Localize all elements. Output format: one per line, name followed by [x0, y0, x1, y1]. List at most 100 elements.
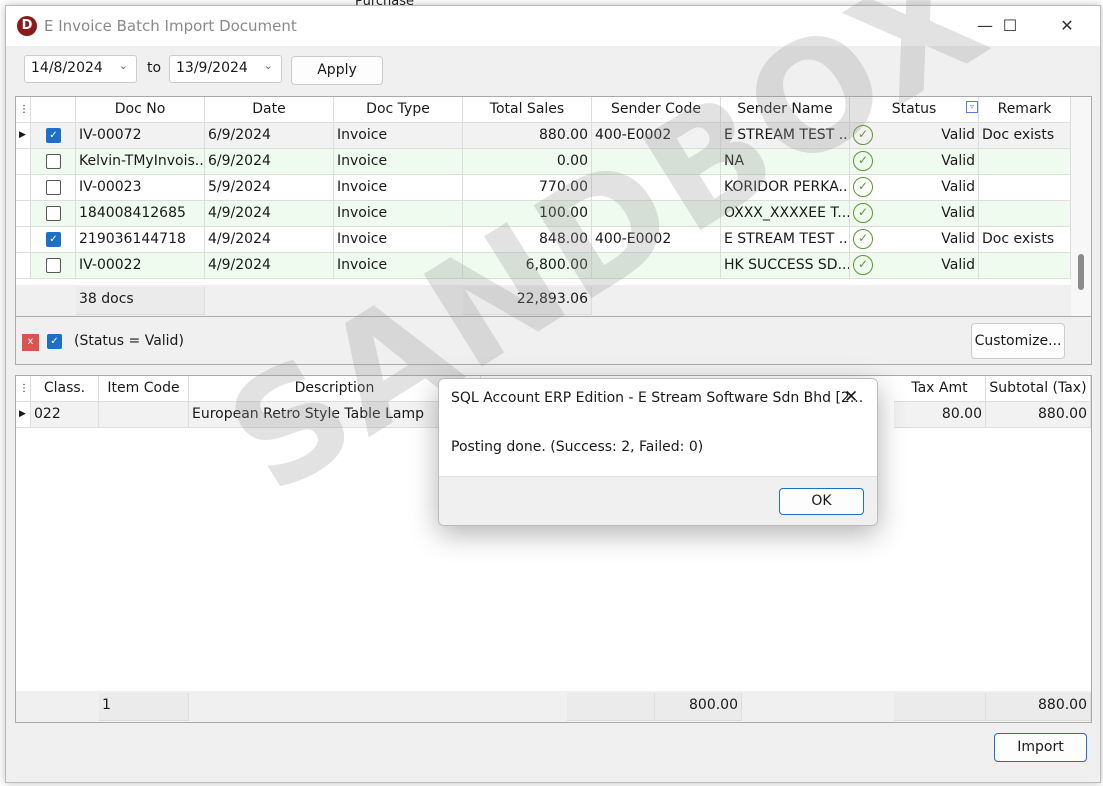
column-header-subtotal[interactable]: Subtotal (Tax) [986, 376, 1091, 402]
row-checkbox[interactable] [46, 154, 61, 169]
cell-sender_name[interactable]: HK SUCCESS SD... [721, 253, 850, 279]
row-checkbox[interactable] [46, 206, 61, 221]
doc_type-value: Invoice [337, 231, 388, 247]
cell-remark[interactable] [979, 149, 1071, 175]
column-chooser-icon[interactable]: ⋮ [16, 97, 31, 123]
row-checkbox-cell[interactable] [31, 149, 76, 175]
cell-doc_type[interactable]: Invoice [334, 227, 463, 253]
cell-date[interactable]: 5/9/2024 [205, 175, 334, 201]
cell-sender_code[interactable]: 400-E0002 [592, 227, 721, 253]
cell-sender_code[interactable]: 400-E0002 [592, 123, 721, 149]
row-checkbox-cell[interactable]: ✓ [31, 227, 76, 253]
footer-item-count: 1 [99, 693, 189, 721]
row-checkbox-cell[interactable] [31, 253, 76, 279]
filter-enable-checkbox[interactable]: ✓ [47, 334, 62, 349]
cell-subtotal[interactable]: 880.00 [986, 402, 1091, 428]
cell-sender_name[interactable]: NA [721, 149, 850, 175]
column-header-doc-type[interactable]: Doc Type [334, 97, 463, 123]
import-button[interactable]: Import [994, 733, 1087, 762]
cell-date[interactable]: 4/9/2024 [205, 227, 334, 253]
cell-status[interactable]: ✓ Valid [850, 149, 979, 175]
customize-button[interactable]: Customize... [971, 323, 1065, 359]
ok-button[interactable]: OK [779, 488, 864, 515]
from-date-picker[interactable]: 14/8/2024 ⌄ [24, 55, 137, 83]
column-header-status[interactable]: Status [850, 97, 979, 123]
cell-doc_type[interactable]: Invoice [334, 123, 463, 149]
filter-icon[interactable]: ▿ [966, 101, 978, 113]
cell-total_sales[interactable]: 100.00 [463, 201, 592, 227]
cell-total_sales[interactable]: 0.00 [463, 149, 592, 175]
row-checkbox-cell[interactable]: ✓ [31, 123, 76, 149]
cell-date[interactable]: 4/9/2024 [205, 253, 334, 279]
cell-sender_name[interactable]: KORIDOR PERKA... [721, 175, 850, 201]
cell-total_sales[interactable]: 770.00 [463, 175, 592, 201]
column-header-remark[interactable]: Remark [979, 97, 1071, 123]
remark-value: Doc exists [982, 231, 1055, 247]
column-chooser-icon[interactable]: ⋮ [16, 376, 31, 402]
cell-sender_name[interactable]: E STREAM TEST ... [721, 123, 850, 149]
cell-doc_type[interactable]: Invoice [334, 201, 463, 227]
column-header-class[interactable]: Class. [31, 376, 99, 402]
column-header-item_code[interactable]: Item Code [99, 376, 189, 402]
row-checkbox-cell[interactable] [31, 201, 76, 227]
valid-check-icon: ✓ [853, 177, 873, 197]
cell-doc_type[interactable]: Invoice [334, 253, 463, 279]
cell-remark[interactable] [979, 201, 1071, 227]
dialog-close-icon[interactable]: ✕ [844, 387, 858, 407]
cell-doc_no[interactable]: Kelvin-TMyInvois... [76, 149, 205, 175]
doc_no-value: Kelvin-TMyInvois... [79, 153, 205, 169]
cell-total_sales[interactable]: 848.00 [463, 227, 592, 253]
cell-status[interactable]: ✓ Valid [850, 201, 979, 227]
cell-status[interactable]: ✓ Valid [850, 253, 979, 279]
cell-doc_no[interactable]: IV-00072 [76, 123, 205, 149]
sender_name-value: NA [724, 153, 745, 169]
cell-remark[interactable] [979, 175, 1071, 201]
cell-sender_name[interactable]: E STREAM TEST ... [721, 227, 850, 253]
cell-doc_type[interactable]: Invoice [334, 149, 463, 175]
column-header-sender-name[interactable]: Sender Name [721, 97, 850, 123]
cell-status[interactable]: ✓ Valid [850, 175, 979, 201]
apply-button[interactable]: Apply [291, 56, 383, 85]
column-header-total-sales[interactable]: Total Sales [463, 97, 592, 123]
column-header-date[interactable]: Date [205, 97, 334, 123]
cell-sender_code[interactable] [592, 149, 721, 175]
cell-class[interactable]: 022 [31, 402, 99, 428]
column-header-tax_amt[interactable]: Tax Amt [894, 376, 986, 402]
cell-doc_no[interactable]: 184008412685 [76, 201, 205, 227]
cell-sender_code[interactable] [592, 253, 721, 279]
column-header-sender-code[interactable]: Sender Code [592, 97, 721, 123]
filter-bar: x ✓ (Status = Valid) Customize... [15, 316, 1092, 365]
cell-total_sales[interactable]: 6,800.00 [463, 253, 592, 279]
row-checkbox[interactable]: ✓ [46, 232, 61, 247]
cell-sender_name[interactable]: OXXX_XXXXEE T... [721, 201, 850, 227]
to-date-picker[interactable]: 13/9/2024 ⌄ [169, 55, 282, 83]
cell-remark[interactable]: Doc exists [979, 227, 1071, 253]
cell-sender_code[interactable] [592, 201, 721, 227]
cell-total_sales[interactable]: 880.00 [463, 123, 592, 149]
cell-status[interactable]: ✓ Valid [850, 227, 979, 253]
maximize-icon[interactable]: ☐ [987, 6, 1033, 46]
cell-doc_no[interactable]: IV-00022 [76, 253, 205, 279]
cell-remark[interactable] [979, 253, 1071, 279]
cell-doc_no[interactable]: IV-00023 [76, 175, 205, 201]
close-icon[interactable]: ✕ [1044, 6, 1090, 46]
cell-doc_no[interactable]: 219036144718 [76, 227, 205, 253]
column-header-doc-no[interactable]: Doc No [76, 97, 205, 123]
cell-date[interactable]: 6/9/2024 [205, 149, 334, 175]
filter-text[interactable]: (Status = Valid) [74, 333, 184, 349]
scrollbar-thumb[interactable] [1078, 254, 1084, 290]
row-checkbox-cell[interactable] [31, 175, 76, 201]
row-checkbox[interactable] [46, 258, 61, 273]
remove-filter-button[interactable]: x [22, 334, 39, 351]
cell-tax_amt[interactable]: 80.00 [894, 402, 986, 428]
cell-item_code[interactable] [99, 402, 189, 428]
cell-remark[interactable]: Doc exists [979, 123, 1071, 149]
valid-check-icon: ✓ [853, 229, 873, 249]
cell-date[interactable]: 6/9/2024 [205, 123, 334, 149]
cell-doc_type[interactable]: Invoice [334, 175, 463, 201]
cell-date[interactable]: 4/9/2024 [205, 201, 334, 227]
cell-status[interactable]: ✓ Valid [850, 123, 979, 149]
row-checkbox[interactable] [46, 180, 61, 195]
row-checkbox[interactable]: ✓ [46, 128, 61, 143]
cell-sender_code[interactable] [592, 175, 721, 201]
